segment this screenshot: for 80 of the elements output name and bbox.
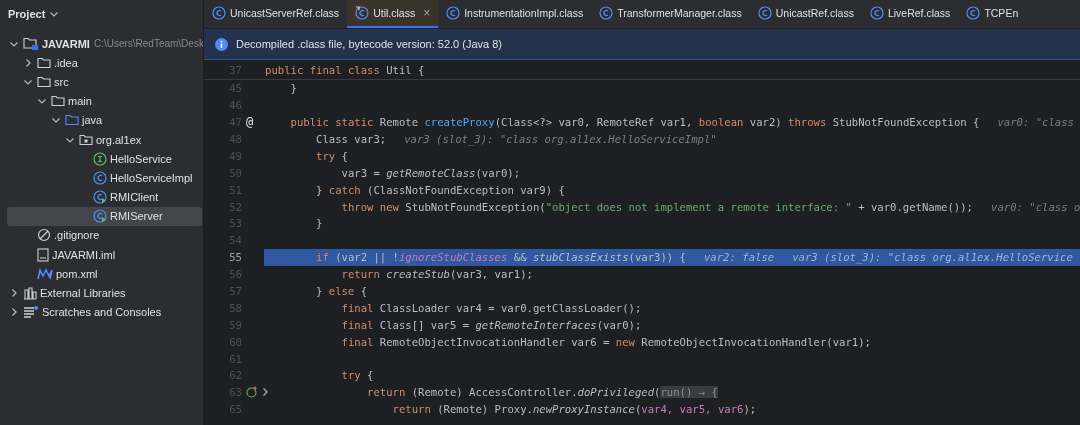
tree-item-label[interactable]: src [54,75,69,88]
tree-item-label[interactable]: HelloServiceImpl [110,171,193,184]
class-icon [212,6,226,20]
tree-item-label[interactable]: JAVARMI [42,37,90,50]
folder-icon [65,114,79,127]
code-text: try { [315,149,348,162]
inline-value-hint: var0: "class o [991,200,1080,213]
class-icon [355,6,370,20]
class-icon [757,6,772,20]
tree-item-label[interactable]: pom.xml [56,267,98,280]
chevron-right-icon[interactable] [23,57,33,68]
package-icon [79,133,93,146]
editor-tab[interactable]: TransformerManager.class [591,0,750,28]
no-entry-icon [37,228,51,243]
tree-item-label[interactable]: java [82,114,103,127]
chevron-down-icon[interactable] [49,9,60,19]
code-text: final RemoteObjectInvocationHandler var6 = new RemoteObjectInvocationHandler(var1); [340,335,871,348]
editor-tab[interactable]: Util.class × [347,0,439,28]
code-text: final Class[] var5 = getRemoteInterfaces(var0); [340,318,642,331]
code-text: } else { [315,285,368,297]
info-icon [215,37,228,51]
code-text: } [289,82,297,95]
class-icon [446,6,461,20]
library-icon [23,286,37,301]
code-text: } [315,217,323,230]
code-text: final ClassLoader var4 = var0.getClassLoader(); [340,301,642,314]
code-text: Class var3; [315,133,387,145]
code-text: } catch (ClassNotFoundException var9) { [315,183,565,196]
gutter-marker[interactable]: @ [246,115,254,130]
tree-item-label[interactable]: HelloService [110,152,172,165]
folder-icon [37,75,51,88]
tree-item-label[interactable]: RMIClient [110,191,159,204]
banner-message: Decompiled .class file, bytecode version: 52.0 (Java 8) [236,38,502,50]
class-icon [93,190,107,205]
class-icon [599,6,614,20]
code-text: return createStub(var3, var1); [340,268,533,281]
maven-icon [37,267,53,280]
close-tab-button[interactable]: × [423,6,431,20]
tree-item-label[interactable]: .idea [54,56,78,69]
panel-title[interactable]: Project [8,8,46,20]
tree-item-label[interactable]: RMIServer [110,210,163,223]
inline-value-hint: var3 (slot_3): "class org.al1ex.HelloServiceImpl" [404,133,717,145]
tree-item-label[interactable]: .gitignore [54,229,100,242]
code-text: try { [340,369,374,382]
tree-item-label[interactable]: JAVARMI.iml [52,248,116,261]
file-icon [37,247,49,262]
folder-icon [23,36,39,51]
code-text: throw new StubNotFoundException("object does not implement a remote interface: " + var0.getName()); [340,200,973,213]
class-icon [93,209,107,224]
code-text: return (Remote) AccessController.doPrivileged(run() → { [366,386,718,399]
class-icon [966,6,981,20]
editor-tab[interactable]: UnicastRef.class [749,0,862,28]
chevron-right-icon[interactable] [9,307,19,318]
list-icon [23,305,39,320]
inline-value-hint: var2: false [704,251,775,264]
class-icon [869,6,884,20]
folder-icon [51,95,65,108]
inline-value-hint: var0: "class [997,116,1074,129]
tree-item-label[interactable]: main [68,95,92,108]
inline-value-hint: var3 (slot_3): "class org.al1ex.HelloService [792,251,1073,264]
editor-tab[interactable]: TCPEn [958,0,1027,28]
implementation-icon[interactable] [246,386,258,399]
code-text: if (var2 || !ignoreStubClasses && stubClassExists(var3)) { [315,251,686,264]
tree-item-label[interactable]: org.al1ex [96,133,142,146]
interface-icon [93,151,107,166]
tree-item-label[interactable]: Scratches and Consoles [42,306,162,319]
code-text: public final class Util { [265,64,425,77]
class-icon [93,170,107,185]
editor-tab[interactable]: UnicastServerRef.class [204,0,348,28]
chevron-right-icon[interactable] [260,387,270,398]
chevron-right-icon[interactable] [9,288,19,299]
tree-item-label[interactable]: External Libraries [40,287,126,300]
tree-item-highlight[interactable]: RMIServer [7,206,202,226]
code-text: var3 = getRemoteClass(var0); [340,166,521,179]
folder-icon [37,56,51,69]
editor-tab[interactable]: LiveRef.class [861,0,959,28]
code-text: public static Remote createProxy(Class<?> var0, RemoteRef var1, boolean var2) throws StubNotFoundException { [289,116,980,129]
line-number: 55 [228,251,242,264]
code-text: return (Remote) Proxy.newProxyInstance(var4, var5, var6); [391,403,757,416]
editor-tab[interactable]: InstrumentationImpl.class [438,0,592,28]
